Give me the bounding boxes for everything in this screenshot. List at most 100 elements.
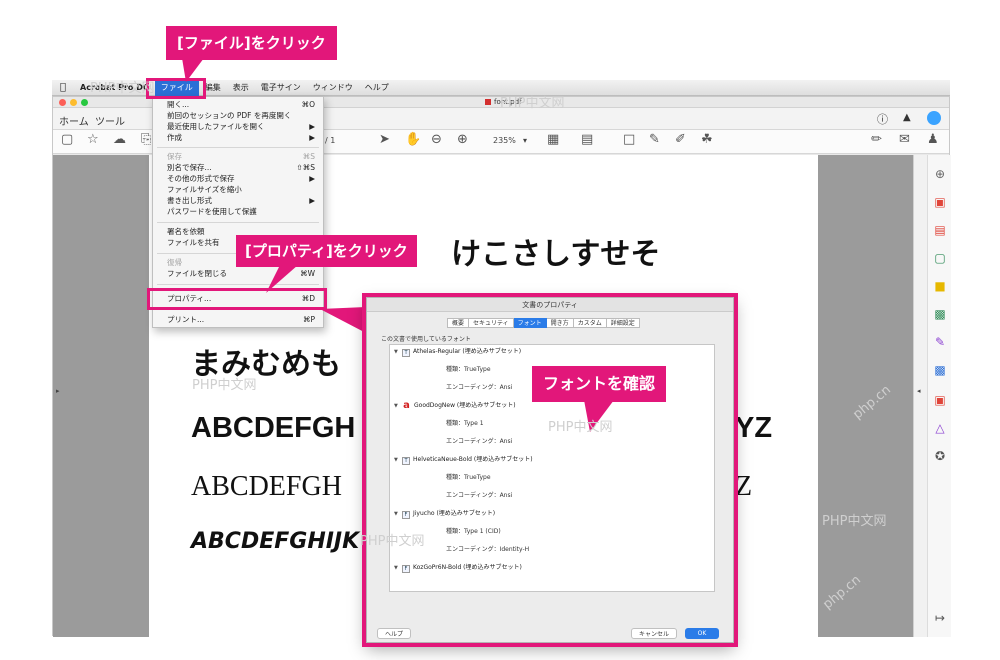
edit-pdf-icon[interactable]: ▢ bbox=[932, 251, 948, 265]
bookmark-star-icon[interactable]: ☆ bbox=[87, 132, 99, 147]
callout-properties: [プロパティ]をクリック bbox=[236, 235, 417, 267]
watermark: PHP中文网 bbox=[822, 514, 887, 529]
menu-label: 前回のセッションの PDF を再度開く bbox=[167, 111, 292, 120]
combine-files-icon[interactable]: ▤ bbox=[932, 223, 948, 237]
submenu-arrow-icon: ▶ bbox=[309, 196, 315, 205]
print-icon[interactable]: ⎘ bbox=[141, 132, 151, 147]
expand-pane-icon[interactable]: ↦ bbox=[932, 611, 948, 625]
minimize-window-button[interactable] bbox=[70, 99, 77, 106]
page-counter: / 1 bbox=[325, 136, 336, 145]
menu-label: ファイルを閉じる bbox=[167, 269, 227, 278]
menu-shortcut: ⌘S bbox=[302, 152, 315, 161]
menu-label: 開く... bbox=[167, 100, 190, 109]
scroll-mode-icon[interactable]: ▤ bbox=[581, 132, 593, 147]
menu-label: ファイルを共有 bbox=[167, 238, 220, 247]
email-icon[interactable]: ✉ bbox=[899, 132, 910, 147]
screenshot-root:  Acrobat Pro DC ファイル 編集 表示 電子サイン ウィンドウ … bbox=[0, 0, 1000, 660]
menu-shortcut: ⌘W bbox=[300, 269, 315, 278]
menubar-window[interactable]: ウィンドウ bbox=[307, 82, 359, 93]
protect-icon[interactable]: ▣ bbox=[932, 393, 948, 407]
menu-label: その他の形式で保存 bbox=[167, 174, 235, 183]
menu-label: 復帰 bbox=[167, 258, 182, 267]
comment-icon[interactable]: □ bbox=[623, 132, 635, 147]
menubar-view[interactable]: 表示 bbox=[227, 82, 255, 93]
menu-item-password-protect[interactable]: パスワードを使用して保護 bbox=[167, 206, 315, 217]
menu-label: プリント... bbox=[167, 315, 205, 324]
fill-sign-icon[interactable]: ✎ bbox=[932, 335, 948, 349]
watermark: PHP中文网 bbox=[90, 81, 155, 96]
menu-separator bbox=[157, 222, 319, 223]
export-pdf-icon[interactable]: ▩ bbox=[932, 363, 948, 377]
zoom-level-select[interactable]: 235% bbox=[493, 136, 516, 145]
menu-item-create[interactable]: 作成 ▶ bbox=[167, 132, 315, 143]
menu-item-print[interactable]: プリント... ⌘P bbox=[167, 314, 315, 325]
callout-properties-pointer bbox=[266, 265, 298, 293]
menu-item-save-other[interactable]: その他の形式で保存 ▶ bbox=[167, 173, 315, 184]
create-pdf-icon[interactable]: ▣ bbox=[932, 195, 948, 209]
stamp-tool-icon[interactable]: △ bbox=[932, 421, 948, 435]
pdf-text-line6: ABCDEFGHIJK bbox=[191, 529, 360, 554]
menubar-esign[interactable]: 電子サイン bbox=[255, 82, 307, 93]
sign-icon[interactable]: ✏ bbox=[871, 132, 882, 147]
menu-item-save: 保存 ⌘S bbox=[167, 151, 315, 162]
right-panel-divider: ◂ bbox=[913, 155, 927, 637]
menu-item-reopen-session[interactable]: 前回のセッションの PDF を再度開く bbox=[167, 110, 315, 121]
callout-file-pointer bbox=[182, 58, 204, 82]
menu-separator bbox=[157, 147, 319, 148]
pdf-file-icon bbox=[485, 99, 491, 105]
organize-pages-icon[interactable]: ▩ bbox=[932, 307, 948, 321]
tab-tools[interactable]: ツール bbox=[95, 113, 125, 128]
zoom-out-icon[interactable]: ⊖ bbox=[431, 132, 442, 147]
pdf-text-line1: けこさしすせそ bbox=[451, 237, 661, 272]
right-panel-collapse-icon[interactable]: ◂ bbox=[917, 387, 921, 395]
stamp-icon[interactable]: ☘ bbox=[701, 132, 713, 147]
menu-item-export[interactable]: 書き出し形式 ▶ bbox=[167, 195, 315, 206]
zoom-in-icon[interactable]: ⊕ bbox=[457, 132, 468, 147]
add-user-icon[interactable]: ♟ bbox=[927, 132, 939, 147]
menubar-help[interactable]: ヘルプ bbox=[359, 82, 395, 93]
menu-item-save-as[interactable]: 別名で保存... ⇧⌘S bbox=[167, 162, 315, 173]
menu-label: 署名を依頼 bbox=[167, 227, 205, 236]
watermark: PHP中文网 bbox=[500, 96, 565, 111]
left-panel-toggle-icon[interactable]: ▸ bbox=[56, 387, 60, 395]
chevron-down-icon[interactable]: ▾ bbox=[523, 136, 527, 145]
menu-shortcut: ⌘O bbox=[301, 100, 315, 109]
right-canvas-gutter bbox=[818, 155, 913, 637]
left-canvas-gutter: ▸ bbox=[53, 155, 149, 637]
callout-file: [ファイル]をクリック bbox=[166, 26, 337, 60]
draw-icon[interactable]: ✐ bbox=[675, 132, 686, 147]
bell-icon[interactable]: ▲ bbox=[903, 112, 911, 123]
zoom-search-icon[interactable]: ⊕ bbox=[932, 167, 948, 181]
menu-shortcut: ⇧⌘S bbox=[296, 163, 315, 172]
menu-item-reduce-size[interactable]: ファイルサイズを縮小 bbox=[167, 184, 315, 195]
close-window-button[interactable] bbox=[59, 99, 66, 106]
menu-label: 別名で保存... bbox=[167, 163, 212, 172]
callout-fonts: フォントを確認 bbox=[532, 366, 667, 402]
pdf-text-line4-end: YZ bbox=[735, 412, 773, 444]
tools-pane: ⊕ ▣ ▤ ▢ ■ ▩ ✎ ▩ ▣ △ ✪ ↦ bbox=[927, 155, 951, 637]
tab-home[interactable]: ホーム bbox=[59, 113, 89, 128]
dialog-highlight bbox=[362, 293, 738, 647]
zoom-window-button[interactable] bbox=[81, 99, 88, 106]
menu-item-open[interactable]: 開く... ⌘O bbox=[167, 99, 315, 110]
save-icon[interactable]: ▢ bbox=[61, 132, 73, 147]
menu-label: 作成 bbox=[167, 133, 182, 142]
watermark: PHP中文网 bbox=[548, 420, 613, 435]
pdf-text-line4: ABCDEFGH bbox=[191, 412, 356, 444]
pdf-text-line5: ABCDEFGH bbox=[191, 471, 342, 502]
select-arrow-icon[interactable]: ➤ bbox=[379, 132, 390, 147]
submenu-arrow-icon: ▶ bbox=[309, 174, 315, 183]
menu-shortcut: ⌘P bbox=[302, 315, 315, 324]
help-circle-icon[interactable]: ⓘ bbox=[877, 111, 888, 127]
hand-tool-icon[interactable]: ✋ bbox=[405, 132, 421, 147]
apple-icon[interactable]:  bbox=[52, 82, 74, 93]
comment-tool-icon[interactable]: ■ bbox=[932, 279, 948, 293]
more-tools-icon[interactable]: ✪ bbox=[932, 449, 948, 463]
watermark: PHP中文网 bbox=[360, 534, 425, 549]
highlight-pen-icon[interactable]: ✎ bbox=[649, 132, 660, 147]
fit-page-icon[interactable]: ▦ bbox=[547, 132, 559, 147]
avatar[interactable] bbox=[927, 111, 941, 125]
upload-cloud-icon[interactable]: ☁ bbox=[113, 132, 126, 147]
menu-label: 保存 bbox=[167, 152, 182, 161]
menu-item-recent-files[interactable]: 最近使用したファイルを開く ▶ bbox=[167, 121, 315, 132]
